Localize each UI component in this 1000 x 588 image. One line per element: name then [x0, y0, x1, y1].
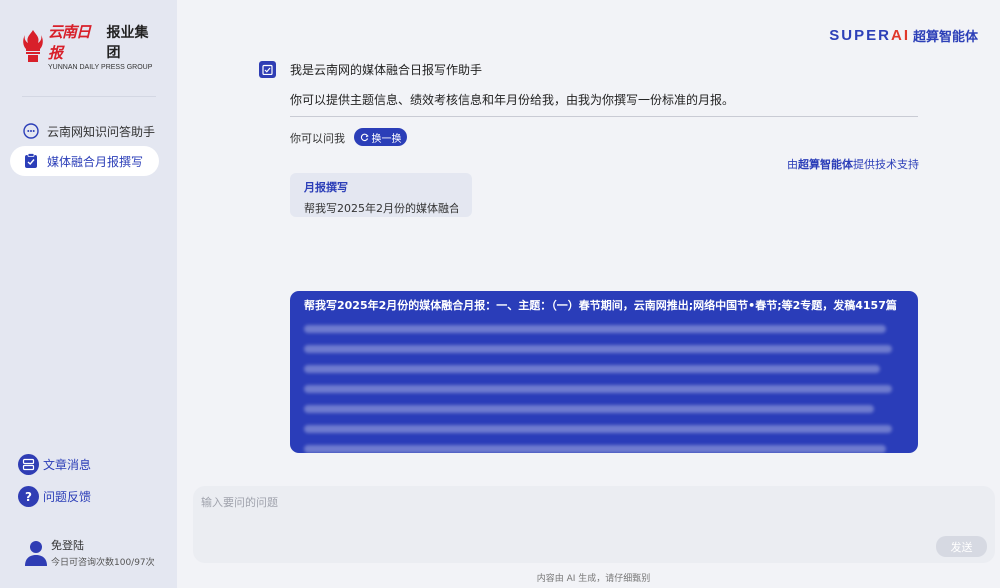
blurred-text-line: [304, 445, 886, 453]
yunnan-daily-logo: 云南日报 报业集团 YUNNAN DAILY PRESS GROUP: [22, 23, 162, 71]
article-messages-link[interactable]: 文章消息: [18, 454, 91, 475]
question-icon: ?: [18, 486, 39, 507]
flame-icon: [22, 29, 44, 63]
brand-chinese: 超算智能体: [912, 30, 978, 45]
superai-brand: SUPERAI 超算智能体: [829, 26, 978, 45]
send-button[interactable]: 发送: [936, 536, 987, 557]
swap-suggestions-button[interactable]: 换一换: [354, 128, 407, 146]
swap-label: 换一换: [371, 133, 402, 145]
question-input[interactable]: [201, 494, 921, 524]
refresh-icon: [360, 133, 369, 141]
user-avatar-icon: [24, 539, 48, 567]
question-input-box[interactable]: 发送: [193, 486, 995, 563]
logo-group-name: 报业集团: [106, 25, 149, 61]
feedback-link[interactable]: ? 问题反馈: [18, 486, 91, 507]
user-quota: 今日可咨询次数100/97次: [51, 558, 155, 568]
blurred-text-line: [304, 425, 892, 433]
sidebar-item-knowledge-qa[interactable]: 云南网知识问答助手: [10, 116, 159, 146]
sidebar-item-label: 媒体融合月报撰写: [47, 154, 144, 169]
clipboard-icon: [23, 153, 39, 169]
suggestion-text: 帮我写2025年2月份的媒体融合...: [304, 202, 458, 215]
server-icon: [18, 454, 39, 475]
feedback-label: 问题反馈: [43, 490, 92, 504]
blurred-text-line: [304, 385, 892, 393]
logo-calligraphy: 云南日报: [48, 23, 91, 62]
blurred-text-line: [304, 345, 892, 353]
sidebar-item-label: 云南网知识问答助手: [47, 124, 156, 139]
suggestion-title: 月报撰写: [304, 181, 348, 194]
suggestion-card-monthly-report[interactable]: 月报撰写 帮我写2025年2月份的媒体融合...: [290, 173, 472, 217]
assistant-intro-description: 你可以提供主题信息、绩效考核信息和年月份给我，由我为你撰写一份标准的月报。: [290, 93, 735, 107]
powered-by-text: 由超算智能体提供技术支持: [787, 158, 919, 171]
blurred-text-line: [304, 365, 880, 373]
blurred-text-line: [304, 325, 886, 333]
user-message-bubble: 帮我写2025年2月份的媒体融合月报：一、主题：（一）春节期间，云南网推出;网络…: [290, 291, 918, 453]
sidebar: 云南日报 报业集团 YUNNAN DAILY PRESS GROUP 云南网知识…: [0, 0, 177, 588]
ai-disclaimer: 内容由 AI 生成，请仔细甄别: [536, 574, 651, 584]
user-panel[interactable]: 免登陆 今日可咨询次数100/97次: [24, 537, 155, 568]
ask-me-label: 你可以问我: [290, 132, 345, 145]
message-text: 帮我写2025年2月份的媒体融合月报：一、主题：（一）春节期间，云南网推出;网络…: [304, 299, 904, 312]
intro-divider: [290, 116, 918, 117]
sidebar-item-monthly-report[interactable]: 媒体融合月报撰写: [10, 146, 159, 176]
chat-bubble-icon: [23, 123, 39, 139]
logo-english: YUNNAN DAILY PRESS GROUP: [48, 64, 153, 71]
sidebar-divider: [22, 96, 156, 97]
user-name: 免登陆: [51, 539, 84, 552]
clipboard-check-icon: [259, 61, 276, 78]
article-messages-label: 文章消息: [43, 458, 92, 472]
brand-english: SUPERAI: [829, 27, 910, 44]
assistant-intro-title: 我是云南网的媒体融合日报写作助手: [290, 63, 483, 77]
blurred-text-line: [304, 405, 874, 413]
